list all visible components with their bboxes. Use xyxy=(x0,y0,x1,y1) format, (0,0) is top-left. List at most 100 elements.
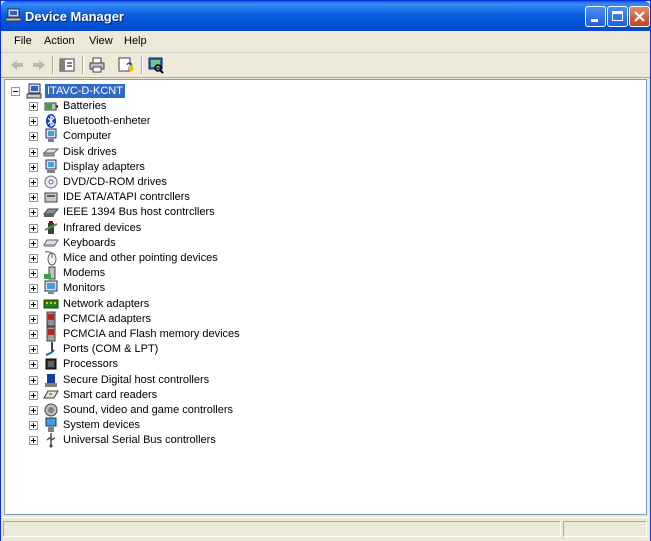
expand-toggle[interactable] xyxy=(29,254,38,263)
tree-item-label: Infrared devices xyxy=(63,221,142,234)
tree-item-label: Monitors xyxy=(63,282,106,295)
tree-item-label: Universal Serial Bus controllers xyxy=(63,434,216,447)
forward-icon[interactable] xyxy=(30,56,48,74)
expand-toggle[interactable] xyxy=(29,102,38,111)
tree-item-label: Computer xyxy=(63,130,112,143)
tree-item-label: Processors xyxy=(63,358,119,371)
flash-memory-icon xyxy=(46,326,56,342)
expand-toggle[interactable] xyxy=(29,436,38,446)
tree-item-label: PCMCIA and Flash memory devices xyxy=(63,328,240,340)
sd-controller-icon xyxy=(45,373,57,387)
tree-item-label: DVD/CD-ROM drives xyxy=(63,176,167,188)
minimize-button[interactable] xyxy=(585,6,606,27)
tree-item-label: Modems xyxy=(63,267,106,280)
mouse-icon xyxy=(44,251,57,266)
modem-icon xyxy=(44,266,56,280)
expand-toggle[interactable] xyxy=(29,390,38,400)
minimize-icon xyxy=(591,19,598,22)
maximize-icon xyxy=(612,11,623,21)
sound-icon xyxy=(44,403,58,417)
window-title: Device Manager xyxy=(25,9,124,24)
status-pane-main xyxy=(3,521,561,537)
battery-icon xyxy=(44,102,58,111)
computer-name-label[interactable]: ITAVC-D-KCNT xyxy=(45,84,125,98)
expand-toggle[interactable] xyxy=(29,193,38,203)
port-icon xyxy=(45,342,55,357)
expand-toggle[interactable] xyxy=(29,223,38,233)
help-icon[interactable]: ? xyxy=(117,56,135,74)
close-icon xyxy=(634,11,645,22)
menu-file[interactable]: File xyxy=(14,35,32,47)
tree-item-label: Smart card readers xyxy=(63,388,158,401)
menu-action[interactable]: Action xyxy=(44,35,75,47)
tree-item-label: Display adapters xyxy=(63,160,145,173)
computer-icon xyxy=(45,128,57,143)
computer-root-icon xyxy=(26,83,42,99)
expand-toggle[interactable] xyxy=(29,117,38,127)
tree-item-label: IDE ATA/ATAPI contrcllers xyxy=(63,191,190,204)
network-adapter-icon xyxy=(43,299,59,309)
properties-pane-icon[interactable] xyxy=(58,56,76,74)
ide-controller-icon xyxy=(44,192,58,203)
display-adapter-icon xyxy=(45,159,57,173)
device-tree[interactable]: ITAVC-D-KCNT Batteries Bluetooth-enheter C… xyxy=(4,79,647,515)
expand-toggle[interactable] xyxy=(29,345,38,355)
tree-item-label: Secure Digital host controllers xyxy=(63,373,210,386)
menu-bar: File Action View Help xyxy=(1,31,650,53)
firewire-icon xyxy=(43,208,59,218)
tree-item-label: System devices xyxy=(63,419,141,432)
usb-icon xyxy=(46,433,56,448)
system-device-icon xyxy=(45,417,57,433)
menu-help[interactable]: Help xyxy=(124,35,147,47)
status-bar xyxy=(1,517,650,541)
expand-toggle[interactable] xyxy=(29,284,38,294)
expand-toggle[interactable] xyxy=(29,178,38,187)
expand-toggle[interactable] xyxy=(29,269,38,279)
expand-toggle[interactable] xyxy=(29,162,38,172)
expand-toggle[interactable] xyxy=(29,299,38,309)
tree-item-label: Batteries xyxy=(63,100,107,112)
expand-toggle[interactable] xyxy=(29,406,38,415)
tree-item-label: Network adapters xyxy=(63,297,150,310)
menu-view[interactable]: View xyxy=(89,35,113,47)
tree-item-label: Disk drives xyxy=(63,145,117,158)
back-icon[interactable] xyxy=(8,56,26,74)
toolbar: ? xyxy=(1,53,650,78)
expand-toggle[interactable] xyxy=(29,238,38,248)
expand-toggle[interactable] xyxy=(29,330,38,339)
expand-toggle[interactable] xyxy=(29,208,38,218)
keyboard-icon xyxy=(43,239,59,247)
tree-item-label: Ports (COM & LPT) xyxy=(63,343,159,356)
title-bar[interactable]: Device Manager xyxy=(1,1,650,31)
expand-toggle[interactable] xyxy=(29,421,38,431)
infrared-icon xyxy=(44,220,58,234)
close-button[interactable] xyxy=(629,6,650,27)
print-icon[interactable] xyxy=(88,56,106,74)
processor-icon xyxy=(45,358,57,370)
device-manager-window: Device Manager File Action View Help ITA… xyxy=(0,0,651,541)
tree-item-label: Mice and other pointing devices xyxy=(63,252,218,264)
device-manager-icon xyxy=(6,8,22,22)
maximize-button[interactable] xyxy=(607,6,628,27)
expand-toggle[interactable] xyxy=(29,132,38,142)
expand-toggle[interactable] xyxy=(29,375,38,385)
scan-hardware-icon[interactable] xyxy=(147,56,165,74)
tree-item-label: PCMCIA adapters xyxy=(63,312,152,325)
tree-item-label: Keyboards xyxy=(63,236,116,249)
pcmcia-icon xyxy=(46,311,56,327)
tree-item-label: IEEE 1394 Bus host contrcllers xyxy=(63,206,215,219)
expand-toggle[interactable] xyxy=(29,314,38,324)
smart-card-icon xyxy=(43,390,59,399)
toolbar-separator xyxy=(141,56,143,74)
expand-toggle[interactable] xyxy=(29,360,38,370)
status-pane-secondary xyxy=(563,521,647,537)
toolbar-separator xyxy=(52,56,54,74)
tree-item-label: Sound, video and game controllers xyxy=(63,404,233,416)
monitor-icon xyxy=(44,280,58,295)
toolbar-separator xyxy=(82,56,84,74)
collapse-toggle[interactable] xyxy=(11,87,20,96)
expand-toggle[interactable] xyxy=(29,147,38,157)
bluetooth-icon xyxy=(46,114,56,129)
disk-drive-icon xyxy=(43,148,59,157)
dvd-icon xyxy=(44,175,58,189)
